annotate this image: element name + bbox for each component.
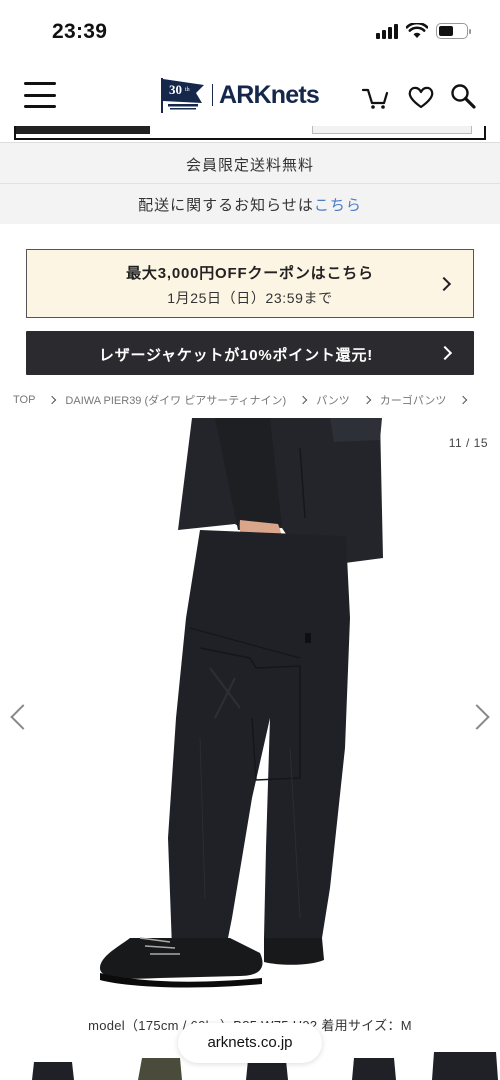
promo-label: レザージャケットが10%ポイント還元! xyxy=(98,347,374,364)
shipping-info-link[interactable]: こちら xyxy=(314,197,362,214)
arknets-30th-flag-logo: 30 th xyxy=(161,78,204,113)
breadcrumb-separator-icon xyxy=(362,395,372,405)
hamburger-menu-icon[interactable] xyxy=(24,82,56,108)
breadcrumb-cargo-pants[interactable]: カーゴパンツ xyxy=(380,392,447,408)
breadcrumb-separator-icon xyxy=(298,395,308,405)
coupon-title: 最大3,000円OFFクーポンはこちら xyxy=(126,265,374,282)
browser-url-pill[interactable]: arknets.co.jp xyxy=(178,1023,322,1063)
clipped-banner-strip xyxy=(14,126,486,140)
shipping-info-text: 配送に関するお知らせは xyxy=(138,197,314,214)
image-counter: 11 / 15 xyxy=(448,436,488,450)
breadcrumb-separator-icon xyxy=(459,395,468,405)
arknets-logo[interactable]: 30 th ARKnets xyxy=(158,76,320,114)
leather-jacket-promo-banner[interactable]: レザージャケットが10%ポイント還元! xyxy=(26,331,474,375)
cart-icon[interactable] xyxy=(361,82,391,112)
thumbnail[interactable] xyxy=(30,1052,76,1080)
notice-divider xyxy=(0,183,500,184)
coupon-banner[interactable]: 最大3,000円OFFクーポンはこちら 1月25日（日）23:59まで xyxy=(26,249,474,318)
thumbnail[interactable] xyxy=(430,1052,500,1080)
breadcrumb: TOP DAIWA PIER39 (ダイワ ピアサーティナイン) パンツ カーゴ… xyxy=(13,390,500,410)
thumbnail[interactable] xyxy=(136,1052,184,1080)
wifi-icon xyxy=(406,23,428,38)
logo-text: ARKnets xyxy=(219,80,320,109)
battery-icon xyxy=(436,23,471,39)
heart-icon[interactable] xyxy=(406,82,436,112)
breadcrumb-pants[interactable]: パンツ xyxy=(316,392,350,408)
breadcrumb-separator-icon xyxy=(48,395,57,405)
product-image-gallery[interactable]: 11 / 15 xyxy=(0,418,500,1008)
thumbnail[interactable] xyxy=(350,1052,398,1080)
product-photo xyxy=(100,418,383,988)
members-shipping-notice: 会員限定送料無料 xyxy=(185,157,314,174)
shipping-info-notice: 配送に関するお知らせはこちら xyxy=(0,194,500,215)
svg-text:th: th xyxy=(185,87,190,93)
breadcrumb-top[interactable]: TOP xyxy=(13,394,35,406)
status-time: 23:39 xyxy=(52,20,108,43)
search-icon[interactable] xyxy=(448,82,478,112)
status-bar: 23:39 xyxy=(0,0,500,66)
logo-divider xyxy=(212,84,213,106)
svg-text:30: 30 xyxy=(169,82,182,97)
notice-bar: 会員限定送料無料 配送に関するお知らせはこちら xyxy=(0,142,500,224)
site-header: 30 th ARKnets xyxy=(0,66,500,126)
cellular-signal-icon xyxy=(376,23,398,39)
coupon-deadline: 1月25日（日）23:59まで xyxy=(167,290,333,306)
status-icons xyxy=(376,23,471,39)
breadcrumb-brand[interactable]: DAIWA PIER39 (ダイワ ピアサーティナイン) xyxy=(65,392,286,408)
